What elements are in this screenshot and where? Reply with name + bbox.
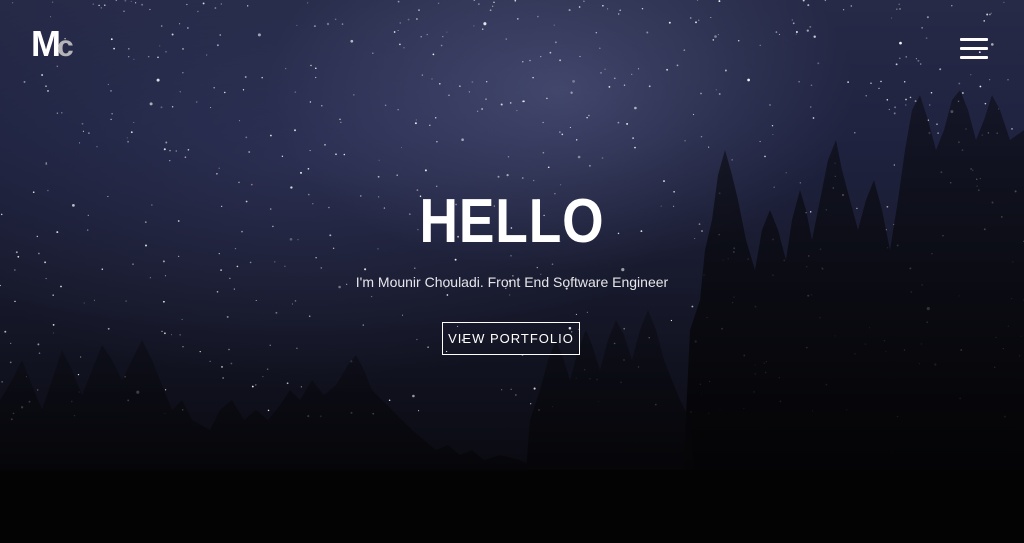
hero-section: M c HELLO I'm Mounir Chouladi. Front End… xyxy=(0,0,1024,543)
menu-bar xyxy=(960,56,988,59)
view-portfolio-button[interactable]: VIEW PORTFOLIO xyxy=(442,322,580,355)
hero-subtitle: I'm Mounir Chouladi. Front End Software … xyxy=(355,274,669,290)
menu-bar xyxy=(960,38,988,41)
logo-letter-m: M xyxy=(31,23,61,64)
hamburger-menu-icon[interactable] xyxy=(960,38,988,60)
tree-silhouettes xyxy=(0,90,1024,543)
site-logo[interactable]: M c xyxy=(31,26,74,63)
logo-letter-c: c xyxy=(57,30,74,63)
menu-bar xyxy=(960,47,988,50)
hero-title: HELLO xyxy=(419,187,605,256)
